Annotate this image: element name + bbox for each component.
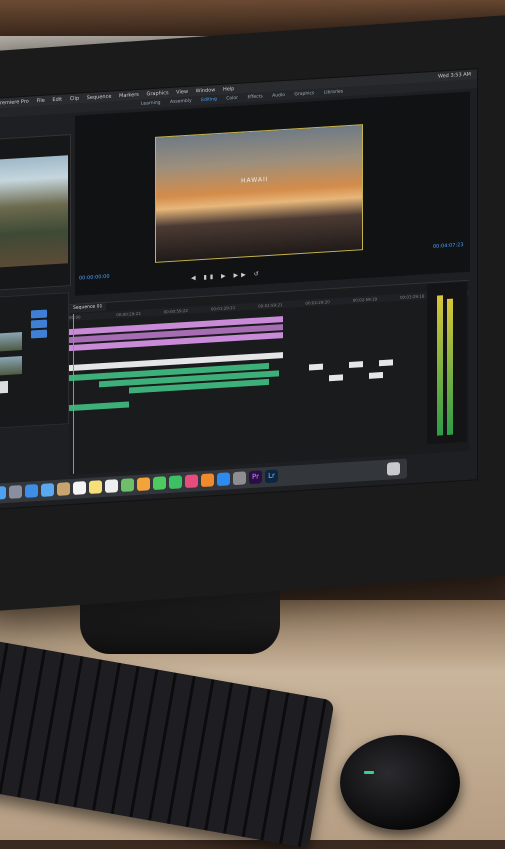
workspace-editing[interactable]: Editing: [201, 95, 217, 105]
menu-file[interactable]: File: [36, 96, 44, 107]
timeline-panel: Sequence 01 00:00 00:00:29:23 00:00:59:2…: [69, 279, 469, 476]
finder-icon[interactable]: [0, 486, 6, 500]
ruler-label: 00:01:29:21: [210, 304, 236, 312]
source-monitor: [0, 134, 71, 291]
ibooks-icon[interactable]: [201, 473, 214, 488]
maps-icon[interactable]: [121, 478, 134, 492]
source-preview-image: [0, 155, 68, 268]
workspace-learning[interactable]: Learning: [141, 99, 161, 109]
premiere-pro-icon[interactable]: Pr: [249, 470, 262, 485]
program-preview-image: [155, 124, 363, 263]
audio-meter-right: [447, 298, 453, 436]
mail-icon[interactable]: [41, 483, 54, 497]
photos-icon[interactable]: [137, 477, 150, 492]
title-clip[interactable]: [349, 361, 363, 369]
workspace-effects[interactable]: Effects: [247, 92, 262, 102]
preferences-icon[interactable]: [233, 471, 246, 486]
workspace-libraries[interactable]: Libraries: [324, 87, 343, 97]
title-clip[interactable]: [379, 359, 393, 367]
title-clip[interactable]: [309, 363, 323, 371]
menu-edit[interactable]: Edit: [52, 95, 62, 106]
title-clip[interactable]: [329, 374, 343, 382]
tool-selection-icon[interactable]: [31, 309, 47, 319]
ruler-label: 00:02:29:20: [305, 299, 330, 306]
audio-meter-left: [437, 295, 443, 436]
notes-icon[interactable]: [89, 480, 102, 494]
trash-icon[interactable]: [387, 461, 400, 476]
monitor-screen: Premiere Pro File Edit Clip Sequence Mar…: [0, 68, 478, 510]
workspace-color[interactable]: Color: [226, 94, 238, 104]
audio-meters: [427, 281, 467, 445]
ruler-label: 00:01:59:21: [258, 302, 283, 309]
contacts-icon[interactable]: [57, 482, 70, 496]
appstore-icon[interactable]: [217, 472, 230, 487]
project-item-icon[interactable]: [0, 380, 8, 394]
timeline-playhead[interactable]: [73, 313, 74, 474]
title-clip[interactable]: [369, 371, 383, 379]
workspace-audio[interactable]: Audio: [272, 91, 285, 101]
program-timecode-left: 00:00:00:00: [79, 273, 110, 282]
program-timecode-right: 00:04:07:23: [433, 242, 464, 250]
tool-ripple-icon[interactable]: [31, 329, 47, 339]
mouse-indicator: [364, 771, 374, 774]
project-thumbnail[interactable]: [0, 332, 22, 352]
ruler-label: 00:00:29:23: [116, 310, 141, 318]
lightroom-icon[interactable]: Lr: [265, 469, 278, 484]
safari-icon[interactable]: [25, 484, 38, 498]
audio-clip[interactable]: [69, 401, 129, 412]
tool-track-select-icon[interactable]: [31, 319, 47, 329]
ruler-label: 00:00: [69, 314, 81, 321]
ruler-label: 00:02:59:19: [352, 296, 378, 303]
magic-mouse: [340, 735, 460, 830]
facetime-icon[interactable]: [169, 475, 182, 490]
calendar-icon[interactable]: [73, 481, 86, 495]
tools-panel: [31, 308, 47, 419]
reminders-icon[interactable]: [105, 479, 118, 493]
workspace-assembly[interactable]: Assembly: [170, 97, 192, 107]
itunes-icon[interactable]: [185, 474, 198, 489]
project-thumbnail[interactable]: [0, 356, 22, 376]
messages-icon[interactable]: [153, 476, 166, 491]
ruler-label: 00:00:59:22: [163, 307, 188, 315]
launchpad-icon[interactable]: [9, 485, 22, 499]
program-monitor: HAWAII 00:00:00:00 00:04:07:23: [75, 91, 470, 296]
menu-clip[interactable]: Clip: [70, 94, 79, 105]
workspace-graphics[interactable]: Graphics: [294, 89, 314, 99]
